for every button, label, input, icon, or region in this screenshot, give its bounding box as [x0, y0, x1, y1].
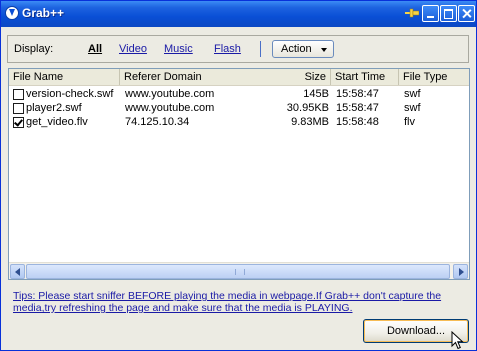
list-row[interactable]: player2.swf www.youtube.com 30.95KB 15:5… [9, 101, 469, 115]
minimize-button[interactable] [422, 5, 439, 22]
filter-music-link[interactable]: Music [164, 43, 193, 55]
media-list[interactable]: File Name Referer Domain Size Start Time… [8, 68, 470, 280]
action-label: Action [281, 43, 312, 55]
referer-domain: www.youtube.com [125, 102, 215, 114]
file-type: swf [404, 88, 421, 100]
scroll-right-icon[interactable] [453, 264, 468, 279]
referer-domain: www.youtube.com [125, 88, 215, 100]
list-header: File Name Referer Domain Size Start Time… [9, 69, 469, 86]
file-type: swf [404, 102, 421, 114]
scroll-left-icon[interactable] [10, 264, 25, 279]
filter-flash-link[interactable]: Flash [214, 43, 241, 55]
column-header-size[interactable]: Size [231, 69, 331, 85]
row-checkbox[interactable] [13, 117, 24, 128]
referer-domain: 74.125.10.34 [125, 116, 190, 128]
close-button[interactable] [458, 5, 475, 22]
file-name: player2.swf [26, 102, 82, 114]
app-logo-icon [5, 6, 19, 20]
column-header-start-time[interactable]: Start Time [331, 69, 399, 85]
display-label: Display: [14, 43, 54, 55]
list-row[interactable]: get_video.flv 74.125.10.34 9.83MB 15:58:… [9, 115, 469, 129]
filter-toolbar: Display: All Video Music Flash Action [7, 35, 469, 63]
pin-icon[interactable] [405, 8, 419, 19]
file-size: 9.83MB [291, 116, 329, 128]
start-time: 15:58:48 [336, 116, 379, 128]
tips-link[interactable]: Tips: Please start sniffer BEFORE playin… [13, 290, 465, 314]
chevron-down-icon [321, 48, 327, 52]
file-name: version-check.swf [26, 88, 114, 100]
file-size: 30.95KB [286, 102, 329, 114]
file-type: flv [404, 116, 415, 128]
row-checkbox[interactable] [13, 103, 24, 114]
toolbar-separator [260, 41, 261, 57]
list-rows: version-check.swf www.youtube.com 145B 1… [9, 87, 469, 129]
action-dropdown-button[interactable]: Action [272, 40, 334, 58]
grab-window: Grab++ Display: All Video Music Flash Ac… [0, 0, 477, 351]
mouse-cursor-icon [451, 331, 464, 350]
row-checkbox[interactable] [13, 89, 24, 100]
file-size: 145B [303, 88, 329, 100]
file-name: get_video.flv [26, 116, 88, 128]
horizontal-scrollbar[interactable] [9, 262, 469, 279]
column-header-file-type[interactable]: File Type [399, 69, 469, 85]
title-bar[interactable]: Grab++ [1, 1, 476, 27]
column-header-file-name[interactable]: File Name [9, 69, 120, 85]
filter-all-link[interactable]: All [88, 43, 102, 55]
maximize-button[interactable] [440, 5, 457, 22]
window-title: Grab++ [22, 6, 65, 20]
start-time: 15:58:47 [336, 88, 379, 100]
list-row[interactable]: version-check.swf www.youtube.com 145B 1… [9, 87, 469, 101]
start-time: 15:58:47 [336, 102, 379, 114]
grip-icon [235, 269, 245, 275]
filter-video-link[interactable]: Video [119, 43, 147, 55]
scrollbar-thumb[interactable] [26, 264, 450, 279]
